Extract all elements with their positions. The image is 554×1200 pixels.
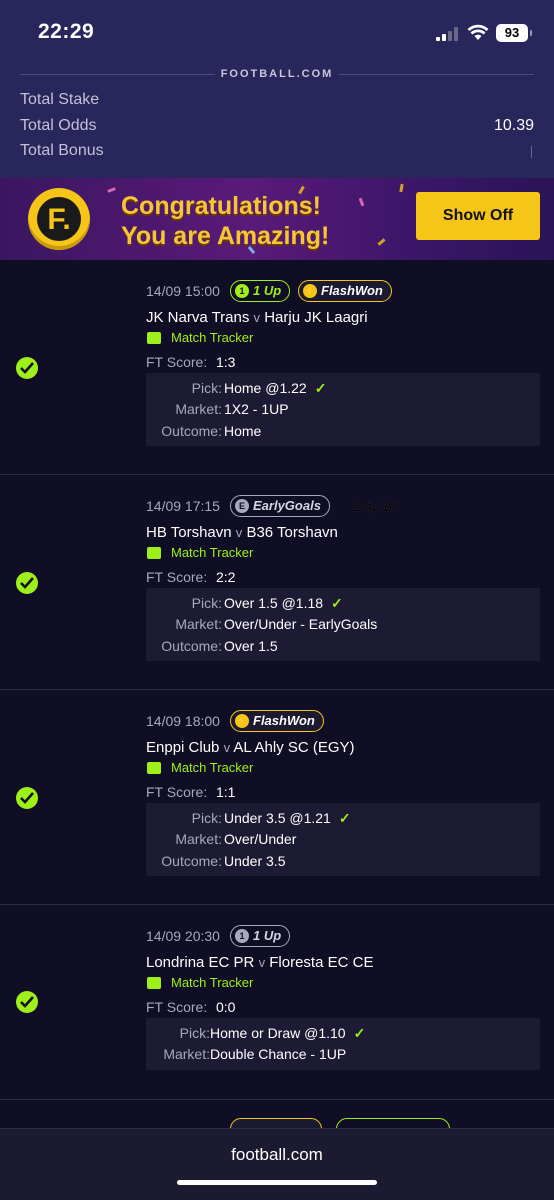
home-indicator[interactable] bbox=[177, 1180, 377, 1185]
show-off-button[interactable]: Show Off bbox=[416, 192, 540, 240]
bet-details: Pick: Home @1.22 ✓ Market: 1X2 - 1UP Outcom… bbox=[146, 373, 540, 446]
bet-card[interactable]: 14/09 17:15 E EarlyGoals 1 by 10' HB Tors… bbox=[0, 475, 554, 690]
congrats-banner: F. Congratulations! You are Amazing! Sho… bbox=[0, 178, 554, 260]
bet-card[interactable]: 14/09 18:00 ⚡ FlashWon Enppi Club v AL Ah… bbox=[0, 690, 554, 905]
match-datetime: 14/09 15:00 bbox=[146, 283, 220, 299]
bet-details: Pick: Over 1.5 @1.18 ✓ Market: Over/Under -… bbox=[146, 588, 540, 661]
ft-score: FT Score: 0:0 bbox=[146, 999, 236, 1015]
pick-check-icon: ✓ bbox=[353, 1025, 366, 1041]
status-time: 22:29 bbox=[38, 20, 95, 43]
match-datetime: 14/09 18:00 bbox=[146, 713, 220, 729]
ft-score: FT Score: 2:2 bbox=[146, 569, 236, 585]
one-up-badge: 11 Up bbox=[230, 925, 291, 947]
football-logo-icon: F. bbox=[28, 188, 90, 250]
browser-address-bar[interactable]: football.com bbox=[0, 1128, 554, 1200]
summary-row-odds: Total Odds 10.39 bbox=[20, 117, 534, 134]
match-teams: Londrina EC PR v Floresta EC CE bbox=[146, 954, 374, 971]
wifi-icon bbox=[467, 24, 489, 40]
one-up-badge: 11 Up bbox=[230, 280, 291, 302]
one-up-icon: 1 bbox=[235, 929, 249, 943]
match-datetime: 14/09 17:15 bbox=[146, 498, 220, 514]
flash-icon: ⚡ bbox=[235, 714, 249, 728]
pick-check-icon: ✓ bbox=[314, 380, 327, 396]
flash-icon: ⚡ bbox=[303, 284, 317, 298]
pick-check-icon: ✓ bbox=[331, 595, 343, 611]
pick-check-icon: ✓ bbox=[338, 810, 351, 826]
won-check-icon bbox=[16, 357, 38, 379]
bet-details: Pick: Home or Draw @1.10 ✓ Market: Double C… bbox=[146, 1018, 540, 1070]
earlygoals-badge: E EarlyGoals bbox=[230, 495, 330, 517]
one-up-icon: 1 bbox=[235, 284, 249, 298]
match-datetime: 14/09 20:30 bbox=[146, 928, 220, 944]
earlygoals-icon: E bbox=[235, 499, 249, 513]
won-check-icon bbox=[16, 572, 38, 594]
ft-score: FT Score: 1:1 bbox=[146, 784, 236, 800]
status-bar: 22:29 93 bbox=[0, 0, 554, 64]
banner-subtitle: You are Amazing! bbox=[121, 222, 330, 250]
flashwon-badge: ⚡ FlashWon bbox=[230, 710, 324, 732]
flashwon-badge: ⚡ FlashWon bbox=[298, 280, 392, 302]
ft-score: FT Score: 1:3 bbox=[146, 354, 236, 370]
cellular-signal-icon bbox=[436, 27, 462, 41]
won-check-icon bbox=[16, 991, 38, 1013]
bet-card[interactable]: 14/09 15:00 11 Up ⚡ FlashWon JK Narva Tra… bbox=[0, 260, 554, 475]
bet-details: Pick: Under 3.5 @1.21 ✓ Market: Over/Under … bbox=[146, 803, 540, 876]
chart-icon bbox=[147, 547, 161, 559]
match-teams: HB Torshavn v B36 Torshavn bbox=[146, 524, 338, 541]
banner-title: Congratulations! bbox=[121, 192, 321, 220]
chart-icon bbox=[147, 762, 161, 774]
earlygoals-note: 1 by 10' bbox=[354, 499, 400, 514]
match-teams: JK Narva Trans v Harju JK Laagri bbox=[146, 309, 368, 326]
match-teams: Enppi Club v AL Ahly SC (EGY) bbox=[146, 739, 355, 756]
chart-icon bbox=[147, 332, 161, 344]
won-check-icon bbox=[16, 787, 38, 809]
chart-icon bbox=[147, 977, 161, 989]
summary-row-stake: Total Stake bbox=[20, 91, 100, 108]
summary-row-bonus: Total Bonus bbox=[20, 142, 534, 164]
header-panel: 22:29 93 FOOTBALL.COM Total Stake Total … bbox=[0, 0, 554, 178]
brand-wordmark: FOOTBALL.COM bbox=[220, 68, 334, 80]
bet-card[interactable]: 14/09 20:30 11 Up Londrina EC PR v Flore… bbox=[0, 905, 554, 1100]
battery-icon: 93 bbox=[496, 24, 532, 42]
site-url: football.com bbox=[231, 1145, 323, 1164]
